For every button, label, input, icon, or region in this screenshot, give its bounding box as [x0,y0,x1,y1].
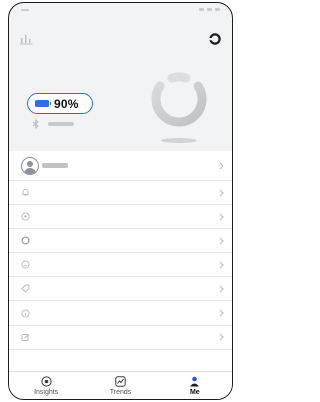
bottom-navigation: Insights Trends Me [9,371,232,399]
chevron-right-icon [219,162,224,169]
chevron-right-icon [219,333,224,341]
target-icon [21,212,30,221]
chevron-right-icon [219,309,224,317]
menu-row-about[interactable] [9,301,232,326]
phone-frame: 90% Insights Trends Me [8,2,233,400]
bar-chart-icon[interactable] [19,33,33,45]
battery-icon [35,100,51,107]
bell-icon [22,189,29,196]
nav-tab-insights[interactable]: Insights [9,372,83,399]
profile-name-placeholder [42,163,68,168]
smile-icon [21,260,30,269]
nav-label-me: Me [189,389,200,396]
wifi-icon [207,8,212,11]
menu-row-wellness[interactable] [9,253,232,278]
circle-icon [21,236,30,245]
menu-row-feedback[interactable] [9,326,232,350]
person-icon [190,376,200,387]
ring-shadow [161,138,197,143]
chevron-right-icon [219,213,224,220]
info-icon [21,308,30,318]
nav-label-trends: Trends [109,389,132,396]
menu-row-device[interactable] [9,229,232,254]
battery-percentage: 90% [54,96,79,111]
tag-icon [21,284,30,294]
menu-row-tags[interactable] [9,277,232,302]
settings-list [9,151,232,371]
chevron-right-icon [219,237,224,245]
bluetooth-icon [32,119,39,129]
menu-row-notifications[interactable] [9,181,232,206]
device-name-placeholder [48,122,74,126]
chevron-right-icon [219,261,224,269]
menu-row-goals[interactable] [9,205,232,230]
edit-icon [21,333,30,341]
avatar [21,156,39,175]
status-time [21,9,29,11]
profile-row[interactable] [9,151,232,181]
sync-icon[interactable] [208,32,222,46]
battery-indicator[interactable]: 90% [27,93,93,114]
chevron-right-icon [219,189,224,196]
nav-label-insights: Insights [34,389,59,396]
signal-icon [199,8,204,11]
status-icons [199,8,220,11]
trends-icon [115,376,126,387]
status-bar [9,3,232,17]
nav-tab-me[interactable]: Me [158,372,232,399]
chevron-right-icon [219,285,224,293]
nav-tab-trends[interactable]: Trends [83,372,157,399]
ring-device-image [151,72,207,127]
device-header: 90% [9,17,232,151]
bluetooth-status [32,119,74,129]
insights-icon [41,376,52,387]
battery-status-icon [215,8,220,11]
